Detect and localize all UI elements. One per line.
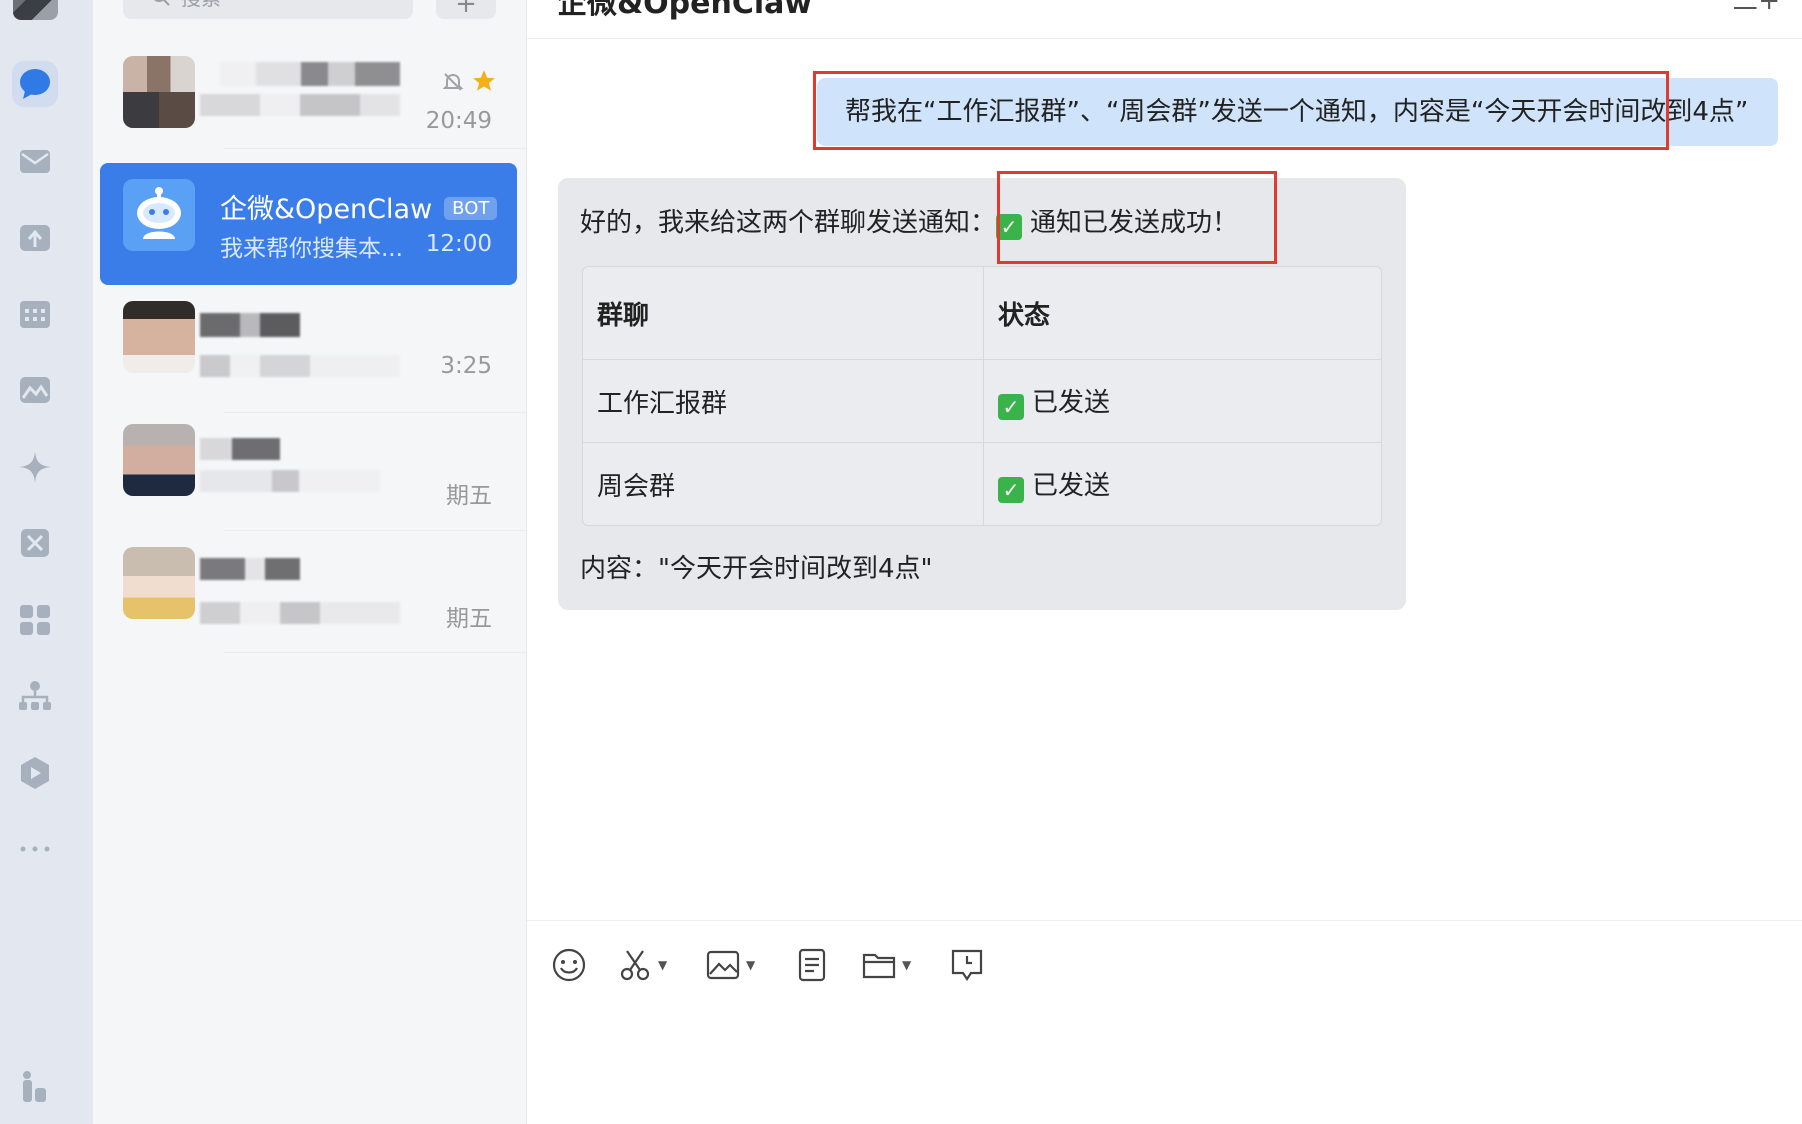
contact-name-redacted — [200, 558, 300, 580]
document-button[interactable] — [793, 945, 831, 985]
status-text: 已发送 — [1032, 471, 1111, 501]
image-icon — [706, 950, 740, 980]
table-row: 周会群 ✓ 已发送 — [583, 443, 1381, 525]
column-header-status: 状态 — [984, 267, 1381, 360]
more-icon — [20, 846, 50, 852]
calendar-nav-button[interactable] — [12, 291, 58, 337]
contact-avatar — [123, 424, 195, 496]
group-cell: 周会群 — [583, 443, 984, 525]
bot-content-line: 内容："今天开会时间改到4点" — [580, 554, 933, 584]
photos-nav-button[interactable] — [12, 367, 58, 413]
checkmark-icon: ✓ — [998, 394, 1024, 420]
chat-title: 企微&OpenClaw — [557, 0, 813, 21]
conversation-time: 3:25 — [440, 353, 492, 379]
meeting-icon — [21, 529, 49, 557]
app-sidebar — [0, 0, 93, 1124]
conversation-item[interactable]: 期五 — [100, 408, 517, 530]
screenshot-button[interactable]: ▼ — [616, 945, 667, 985]
chevron-down-icon[interactable]: ▼ — [746, 958, 755, 972]
status-cell: ✓ 已发送 — [984, 443, 1381, 525]
add-button[interactable]: + — [436, 0, 496, 19]
apps-nav-button[interactable] — [12, 597, 58, 643]
group-cell: 工作汇报群 — [583, 360, 984, 443]
search-icon — [154, 0, 170, 6]
drive-icon — [21, 757, 49, 789]
drive-nav-button[interactable] — [12, 750, 58, 796]
contact-name-redacted — [200, 438, 280, 460]
workbench-nav-button[interactable] — [12, 214, 58, 260]
conversation-name: 企微&OpenClaw BOT — [220, 187, 498, 226]
mute-icon — [442, 73, 464, 91]
table-header-row: 群聊 状态 — [583, 267, 1381, 360]
search-placeholder: 搜索 — [181, 0, 221, 11]
meeting-nav-button[interactable] — [12, 520, 58, 566]
checkmark-icon: ✓ — [998, 477, 1024, 503]
table-row: 工作汇报群 ✓ 已发送 — [583, 360, 1381, 443]
photos-icon — [20, 377, 50, 403]
star-icon — [473, 70, 495, 91]
contacts-nav-button[interactable] — [12, 673, 58, 719]
conversation-time: 期五 — [446, 606, 492, 632]
status-table: 群聊 状态 工作汇报群 ✓ 已发送 周会群 ✓ 已发送 — [582, 266, 1382, 526]
org-chart-icon — [19, 681, 51, 710]
conversation-item-openclaw[interactable]: 企微&OpenClaw BOT 我来帮你搜集本... 12:00 — [100, 163, 517, 285]
conversation-item[interactable]: 3:25 — [100, 285, 517, 407]
conversation-time: 12:00 — [425, 231, 492, 257]
header-members-button[interactable]: 三+ — [1732, 0, 1780, 17]
workbench-icon — [20, 225, 50, 251]
bot-avatar — [123, 179, 195, 251]
screenshot-icon — [620, 950, 650, 981]
chevron-down-icon[interactable]: ▼ — [902, 958, 911, 972]
bot-badge: BOT — [444, 197, 498, 220]
status-text: 已发送 — [1032, 388, 1111, 418]
conversation-time: 期五 — [446, 483, 492, 509]
stats-icon — [23, 1071, 46, 1102]
mail-icon — [20, 150, 50, 173]
contact-name-redacted — [200, 313, 300, 337]
apps-grid-icon — [20, 605, 50, 635]
conversation-time: 20:49 — [425, 108, 492, 134]
ai-nav-button[interactable] — [12, 444, 58, 490]
emoji-button[interactable] — [550, 945, 588, 985]
conversation-item[interactable]: 20:49 — [100, 40, 517, 162]
image-button[interactable]: ▼ — [704, 945, 755, 985]
conversation-item[interactable]: 期五 — [100, 531, 517, 653]
preview-redacted — [200, 94, 400, 116]
history-icon — [951, 949, 983, 981]
user-avatar[interactable] — [13, 0, 58, 20]
mail-nav-button[interactable] — [12, 138, 58, 184]
conversation-list: 搜索 + 20:49 — [93, 0, 593, 1124]
contact-avatar — [123, 547, 195, 619]
preview-redacted — [200, 470, 380, 492]
more-nav-button[interactable] — [12, 826, 58, 872]
document-icon — [798, 948, 826, 982]
status-cell: ✓ 已发送 — [984, 360, 1381, 443]
chat-icon — [20, 69, 50, 99]
bot-intro-text: 好的，我来给这两个群聊发送通知： — [580, 208, 997, 238]
folder-icon — [862, 953, 896, 979]
chat-nav-button[interactable] — [12, 61, 58, 107]
conversation-preview: 我来帮你搜集本... — [220, 236, 403, 262]
preview-redacted — [200, 355, 400, 377]
sparkle-icon — [19, 451, 51, 483]
search-input[interactable]: 搜索 — [123, 0, 413, 19]
group-avatar — [123, 56, 195, 128]
bot-message-bubble: 好的，我来给这两个群聊发送通知： ✓ 通知已发送成功！ 群聊 状态 工作汇报群 ✓ 已… — [558, 178, 1406, 610]
chevron-down-icon[interactable]: ▼ — [658, 958, 667, 972]
conversation-name-text: 企微&OpenClaw — [220, 194, 433, 225]
highlight-box-success — [997, 171, 1277, 264]
highlight-box-request — [813, 71, 1669, 150]
folder-button[interactable]: ▼ — [860, 945, 911, 985]
chat-panel: 企微&OpenClaw 三+ 帮我在“工作汇报群”、“周会群”发送一个通知，内容… — [527, 0, 1802, 1124]
column-header-group: 群聊 — [583, 267, 984, 360]
history-button[interactable] — [948, 945, 986, 985]
preview-redacted — [200, 602, 400, 624]
plus-icon: + — [455, 0, 477, 19]
contact-name-redacted — [220, 62, 400, 86]
contact-avatar — [123, 301, 195, 373]
emoji-icon — [552, 948, 586, 982]
robot-icon — [137, 187, 181, 239]
stats-nav-button[interactable] — [12, 1063, 58, 1109]
calendar-icon — [20, 301, 50, 328]
